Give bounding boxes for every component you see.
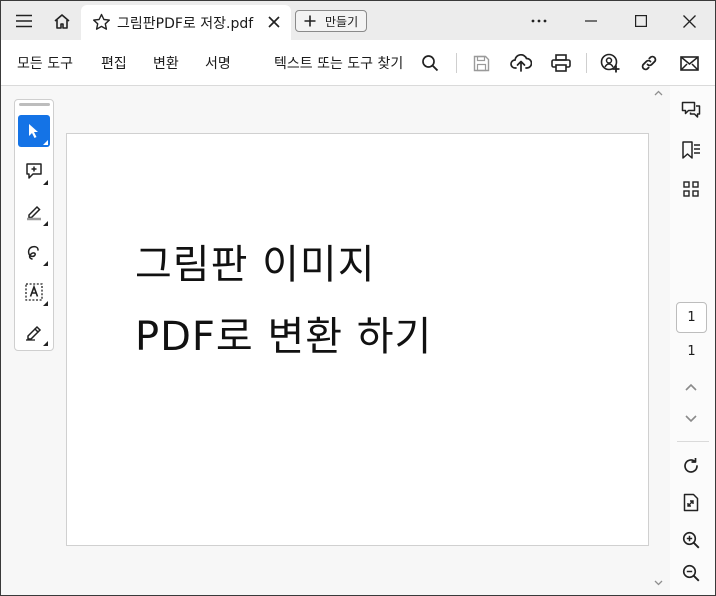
share-user-icon[interactable] xyxy=(598,51,622,75)
app-window: 그림판PDF로 저장.pdf 만들기 모든 도구 편집 변환 서명 텍스트 또는… xyxy=(0,0,716,596)
toolbar-divider xyxy=(586,53,587,73)
add-comment-tool-button[interactable] xyxy=(18,155,50,187)
tool-options-indicator xyxy=(43,221,48,226)
draw-tool-button[interactable] xyxy=(18,236,50,268)
tool-options-indicator xyxy=(43,341,48,346)
menu-edit[interactable]: 편집 xyxy=(101,53,127,73)
right-side-rail xyxy=(670,86,715,595)
email-icon[interactable] xyxy=(678,52,700,74)
new-tab-label: 만들기 xyxy=(325,15,359,29)
next-page-icon[interactable] xyxy=(681,410,701,428)
text-box-icon xyxy=(24,282,44,302)
tool-options-indicator xyxy=(43,140,48,145)
star-icon[interactable] xyxy=(91,12,111,32)
rail-divider xyxy=(677,441,709,442)
link-icon[interactable] xyxy=(638,52,660,74)
highlight-tool-button[interactable] xyxy=(18,196,50,228)
fit-page-icon[interactable] xyxy=(680,491,702,513)
scroll-up-arrow-icon[interactable] xyxy=(652,89,664,101)
document-text-line-1: 그림판 이미지 xyxy=(135,242,376,288)
panel-drag-handle[interactable] xyxy=(19,103,50,106)
document-page[interactable]: 그림판 이미지 PDF로 변환 하기 xyxy=(66,133,649,546)
tab-title: 그림판PDF로 저장.pdf xyxy=(117,16,254,32)
search-tools-label[interactable]: 텍스트 또는 도구 찾기 xyxy=(274,53,403,73)
maximize-icon[interactable] xyxy=(629,11,653,31)
plus-icon xyxy=(303,14,317,28)
bookmarks-panel-icon[interactable] xyxy=(679,139,703,161)
freehand-draw-icon xyxy=(24,242,44,262)
cloud-upload-icon[interactable] xyxy=(508,51,534,75)
document-text-line-2: PDF로 변환 하기 xyxy=(135,314,433,360)
tab-bar: 그림판PDF로 저장.pdf 만들기 xyxy=(1,1,715,40)
save-icon[interactable] xyxy=(470,52,492,74)
home-icon[interactable] xyxy=(51,11,73,31)
toolbar-divider xyxy=(456,53,457,73)
total-pages-label: 1 xyxy=(687,344,696,359)
menu-all-tools[interactable]: 모든 도구 xyxy=(17,53,73,73)
print-icon[interactable] xyxy=(549,52,573,74)
tool-options-indicator xyxy=(43,261,48,266)
rotate-icon[interactable] xyxy=(680,455,702,477)
new-tab-button[interactable]: 만들기 xyxy=(295,10,367,32)
pen-sign-icon xyxy=(24,322,44,342)
close-tab-icon[interactable] xyxy=(265,13,283,31)
tool-options-indicator xyxy=(43,301,48,306)
menu-sign[interactable]: 서명 xyxy=(205,53,231,73)
tool-options-indicator xyxy=(43,180,48,185)
sign-tool-button[interactable] xyxy=(18,316,50,348)
minimize-icon[interactable] xyxy=(579,11,603,31)
hamburger-menu-icon[interactable] xyxy=(13,11,35,31)
main-toolbar: 모든 도구 편집 변환 서명 텍스트 또는 도구 찾기 xyxy=(1,40,715,86)
window-close-icon[interactable] xyxy=(677,11,701,31)
more-options-icon[interactable] xyxy=(527,11,551,31)
search-icon[interactable] xyxy=(419,52,441,74)
comments-panel-icon[interactable] xyxy=(679,99,703,121)
document-tab[interactable]: 그림판PDF로 저장.pdf xyxy=(81,5,291,40)
current-page-input[interactable]: 1 xyxy=(676,302,707,333)
scroll-down-arrow-icon[interactable] xyxy=(652,579,664,591)
previous-page-icon[interactable] xyxy=(681,378,701,396)
text-box-tool-button[interactable] xyxy=(18,276,50,308)
zoom-in-icon[interactable] xyxy=(680,529,702,551)
select-tool-button[interactable] xyxy=(18,115,50,147)
zoom-out-icon[interactable] xyxy=(680,562,702,584)
highlighter-icon xyxy=(24,202,44,222)
menu-convert[interactable]: 변환 xyxy=(153,53,179,73)
comment-add-icon xyxy=(24,161,44,181)
quick-tools-panel xyxy=(14,99,54,351)
cursor-arrow-icon xyxy=(26,122,42,140)
thumbnails-panel-icon[interactable] xyxy=(679,178,703,200)
